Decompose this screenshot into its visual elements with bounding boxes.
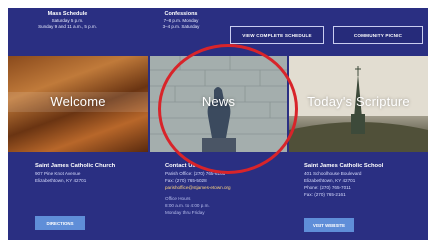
page: Mass Schedule Saturday 5 p.m. Sunday 9 a… [0, 0, 435, 243]
tile-todays-scripture[interactable]: Today's Scripture [289, 56, 428, 152]
confession-heading: Confessions [164, 11, 198, 17]
tile-welcome[interactable]: Welcome [8, 56, 148, 152]
tile-label: Today's Scripture [307, 94, 410, 109]
church-title: Saint James Catholic Church [35, 163, 116, 169]
school-info: Saint James Catholic School 401 Schoolho… [304, 162, 419, 198]
confession-schedule: Confessions 7–8 p.m. Monday 3–4 p.m. Sat… [136, 11, 226, 30]
church-address-line: 907 Pine Knot Avenue [35, 171, 81, 176]
mass-schedule-line: Sunday 9 and 11 a.m., 5 p.m. [38, 24, 97, 29]
directions-button[interactable]: DIRECTIONS [35, 216, 85, 230]
school-title: Saint James Catholic School [304, 163, 384, 169]
school-address-line: Elizabethtown, KY 42701 [304, 178, 356, 183]
office-hours-line: 8:00 a.m. to 4:00 p.m. [165, 203, 210, 208]
parish-email-link[interactable]: parishoffice@stjames-etown.org [165, 185, 275, 191]
mass-schedule-heading: Mass Schedule [47, 11, 88, 17]
community-picnic-button[interactable]: COMMUNITY PICNIC [333, 26, 423, 44]
site-frame: Mass Schedule Saturday 5 p.m. Sunday 9 a… [8, 8, 428, 240]
school-fax: Fax: (270) 765-2161 [304, 192, 346, 197]
school-phone[interactable]: Phone: (270) 765-7011 [304, 185, 419, 191]
tile-label: Welcome [50, 94, 106, 109]
parish-fax: Fax: (270) 765-5028 [165, 178, 207, 183]
office-hours-line: Monday thru Friday [165, 210, 205, 215]
view-complete-schedule-button[interactable]: VIEW COMPLETE SCHEDULE [230, 26, 324, 44]
church-address-line: Elizabethtown, KY 42701 [35, 178, 87, 183]
highlight-circle [158, 44, 298, 174]
visit-website-button[interactable]: VISIT WEBSITE [304, 218, 354, 232]
school-address-line: 401 Schoolhouse Boulevard [304, 171, 362, 176]
church-info: Saint James Catholic Church 907 Pine Kno… [35, 162, 145, 184]
office-hours-title: Office Hours [165, 196, 191, 201]
confession-line: 3–4 p.m. Saturday [162, 24, 200, 29]
mass-schedule: Mass Schedule Saturday 5 p.m. Sunday 9 a… [20, 11, 115, 30]
